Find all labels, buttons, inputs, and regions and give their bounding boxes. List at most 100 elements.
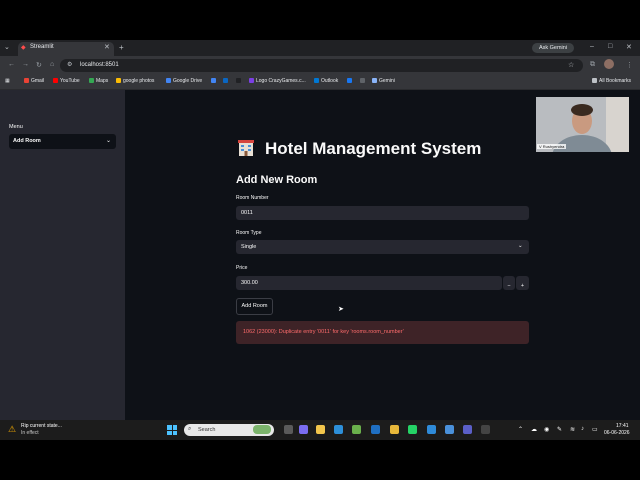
bookmark-item[interactable]: YouTube: [53, 78, 80, 84]
bookmark-label: google photos: [123, 78, 155, 84]
extensions-icon[interactable]: ⧉: [590, 61, 595, 69]
bookmark-item[interactable]: Logo CrazyGames.c...: [249, 78, 306, 84]
file-explorer-icon[interactable]: [316, 425, 325, 434]
ask-gemini-label: Ask Gemini: [538, 45, 568, 51]
bookmark-favicon-icon: [53, 78, 58, 83]
bookmark-favicon-icon: [89, 78, 94, 83]
apps-grid-icon[interactable]: ▦: [5, 78, 10, 84]
store-icon[interactable]: [352, 425, 361, 434]
bookmark-item[interactable]: [236, 78, 243, 84]
bookmark-item[interactable]: [211, 78, 218, 84]
price-value[interactable]: 300.00: [241, 280, 258, 286]
room-type-label: Room Type: [236, 230, 262, 236]
teams-icon[interactable]: [463, 425, 472, 434]
room-number-input[interactable]: [236, 206, 529, 220]
add-room-button[interactable]: Add Room: [236, 298, 273, 315]
address-bar[interactable]: [60, 59, 583, 72]
site-info-icon[interactable]: ⚙: [67, 61, 72, 68]
bookmark-label: Gemini: [379, 78, 395, 84]
tab-close-icon[interactable]: ✕: [104, 43, 110, 51]
menu-label: Menu: [9, 124, 23, 130]
price-label: Price: [236, 265, 248, 271]
error-message: 1062 (23000): Duplicate entry '0011' for…: [243, 329, 404, 335]
whatsapp-icon[interactable]: [408, 425, 417, 434]
task-view-icon[interactable]: [284, 425, 293, 434]
bookmark-favicon-icon: [166, 78, 171, 83]
all-bookmarks[interactable]: All Bookmarks: [592, 78, 631, 84]
bookmark-favicon-icon: [249, 78, 254, 83]
bookmark-favicon-icon: [24, 78, 29, 83]
pen-icon[interactable]: ✎: [557, 426, 562, 433]
bookmark-favicon-icon: [360, 78, 365, 83]
room-number-value[interactable]: 0011: [241, 210, 253, 216]
battery-icon[interactable]: ▭: [592, 426, 598, 433]
profile-avatar[interactable]: [604, 59, 614, 69]
bookmark-label: Logo CrazyGames.c...: [256, 78, 306, 84]
new-tab-button[interactable]: +: [119, 43, 124, 52]
room-number-label: Room Number: [236, 195, 269, 201]
home-icon[interactable]: ⌂: [50, 61, 54, 68]
ask-gemini-button[interactable]: Ask Gemini: [532, 43, 574, 53]
menu-selected-value[interactable]: Add Room: [13, 138, 41, 144]
bookmark-favicon-icon: [372, 78, 377, 83]
bookmark-favicon-icon: [211, 78, 216, 83]
bookmark-label: Google Drive: [173, 78, 203, 84]
back-icon[interactable]: ←: [8, 61, 15, 68]
bookmark-favicon-icon: [116, 78, 121, 83]
folder-icon: [592, 78, 597, 83]
bookmark-item[interactable]: Gemini: [372, 78, 395, 84]
maximize-icon[interactable]: □: [608, 43, 612, 50]
bookmark-favicon-icon: [347, 78, 352, 83]
search-highlight-image: [253, 425, 271, 434]
bookmark-item[interactable]: Maps: [89, 78, 108, 84]
clock-time[interactable]: 17:41: [616, 423, 629, 429]
bookmark-label: Outlook: [321, 78, 339, 84]
copilot-icon[interactable]: [299, 425, 308, 434]
bookmark-star-icon[interactable]: ☆: [568, 61, 574, 69]
windows-start-icon[interactable]: [167, 425, 177, 435]
bookmark-favicon-icon: [314, 78, 319, 83]
forward-icon[interactable]: →: [22, 61, 29, 68]
bookmark-item[interactable]: Outlook: [314, 78, 338, 84]
price-decrement-button[interactable]: −: [503, 276, 515, 290]
price-input[interactable]: [236, 276, 502, 290]
edge-icon[interactable]: [334, 425, 343, 434]
bookmark-label: YouTube: [60, 78, 80, 84]
bookmark-item[interactable]: Google Drive: [166, 78, 202, 84]
bookmark-item[interactable]: Gmail: [24, 78, 44, 84]
notepad-icon[interactable]: [445, 425, 454, 434]
wifi-icon[interactable]: ≋: [570, 426, 575, 433]
notification-title[interactable]: Rip current state...: [21, 423, 62, 429]
chevron-down-icon[interactable]: ⌄: [518, 243, 523, 249]
terminal-icon[interactable]: [481, 425, 490, 434]
more-menu-icon[interactable]: ⋮: [626, 61, 633, 69]
bookmark-item[interactable]: [223, 78, 230, 84]
bookmark-item[interactable]: [360, 78, 367, 84]
url-text[interactable]: localhost:8501: [80, 62, 119, 68]
chrome-icon[interactable]: [390, 425, 399, 434]
clock-date[interactable]: 06-06-2026: [604, 430, 630, 436]
outlook-icon[interactable]: [371, 425, 380, 434]
close-window-icon[interactable]: ✕: [626, 43, 632, 51]
room-type-value[interactable]: Single: [241, 244, 256, 250]
chevron-up-icon[interactable]: ⌃: [518, 426, 523, 433]
bookmark-item[interactable]: google photos: [116, 78, 154, 84]
vscode-icon[interactable]: [427, 425, 436, 434]
tab-search-icon[interactable]: ⌄: [4, 43, 10, 51]
room-type-select[interactable]: [236, 240, 529, 254]
warning-icon: ⚠: [8, 424, 17, 434]
notification-subtitle: In effect: [21, 430, 39, 436]
taskbar-search-placeholder[interactable]: Search: [198, 427, 215, 433]
network-icon[interactable]: ◉: [544, 426, 549, 433]
reload-icon[interactable]: ↻: [36, 61, 42, 69]
volume-icon[interactable]: ♪: [581, 426, 584, 432]
minimize-icon[interactable]: –: [590, 43, 594, 50]
chevron-down-icon[interactable]: ⌄: [106, 137, 111, 144]
cloud-icon[interactable]: ☁: [531, 426, 537, 433]
search-icon: ⌕: [188, 426, 192, 432]
section-heading: Add New Room: [236, 174, 318, 186]
price-increment-button[interactable]: +: [516, 276, 529, 290]
streamlit-favicon-icon: ◆: [21, 45, 26, 51]
webcam-name-label: V Rushyendra: [537, 144, 567, 149]
bookmark-item[interactable]: [347, 78, 354, 84]
